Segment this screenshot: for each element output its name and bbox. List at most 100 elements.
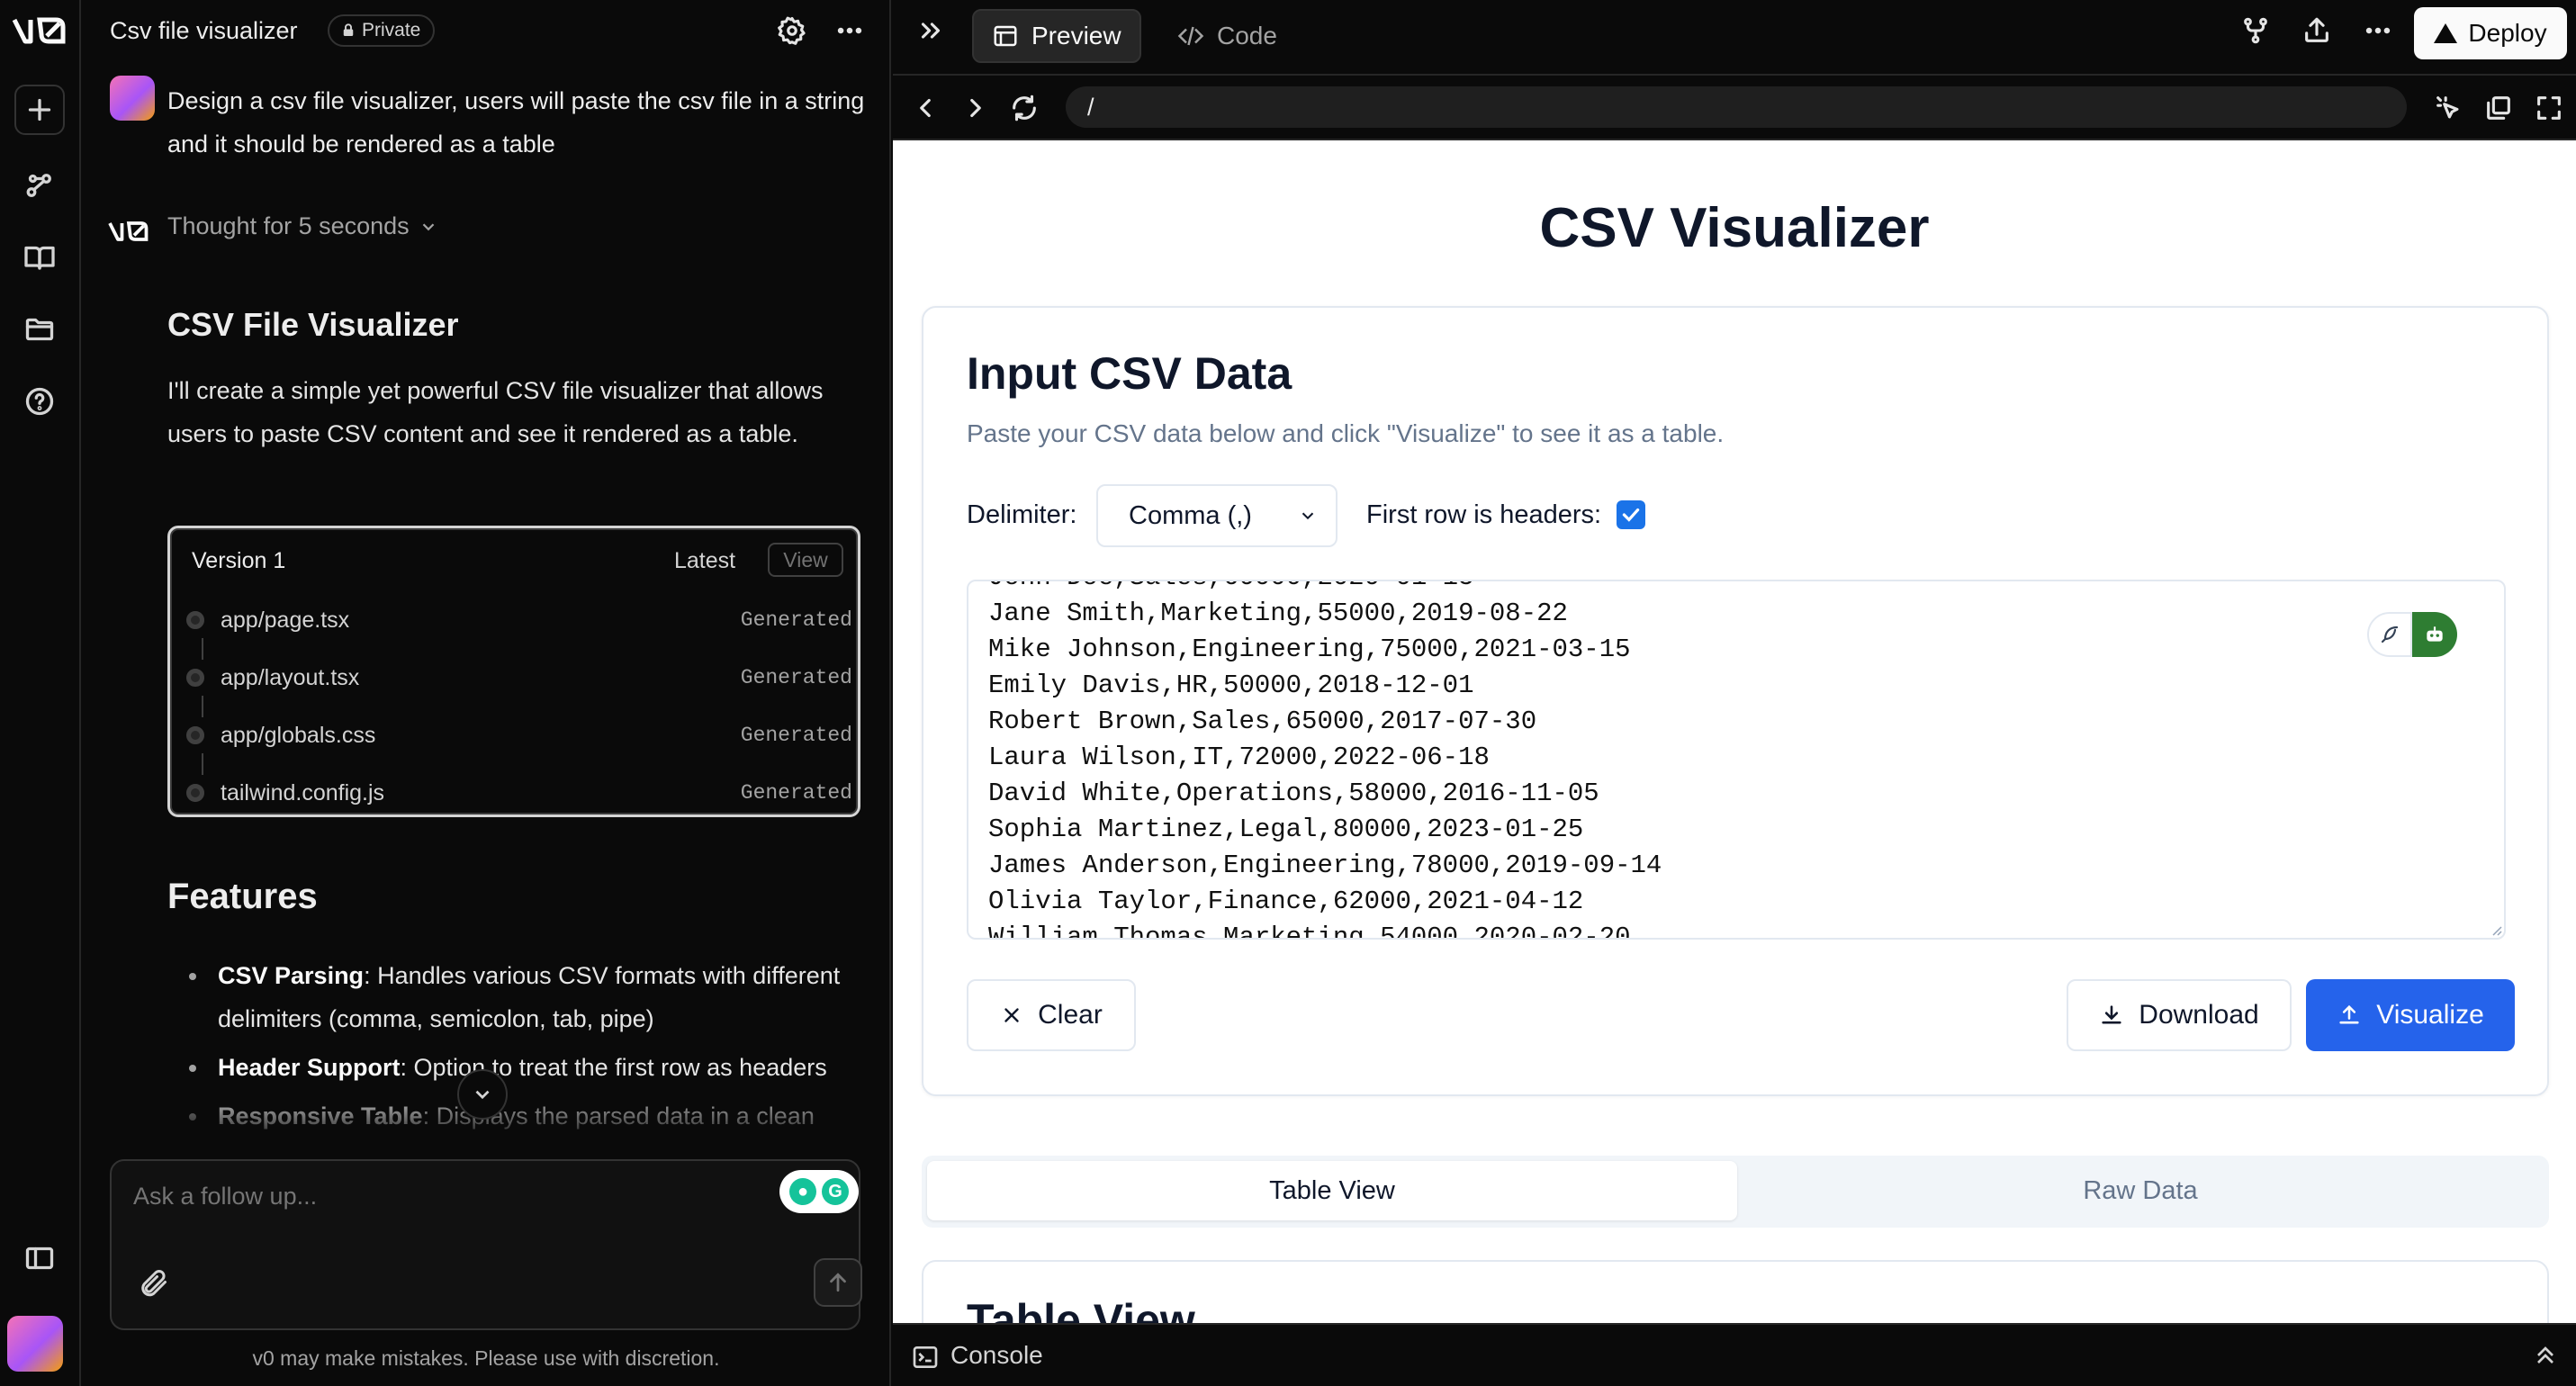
url-input[interactable] [1066, 86, 2407, 128]
version-card[interactable]: Version 1 Latest View app/page.tsx Genera… [167, 526, 860, 817]
chevrons-up-icon[interactable] [2531, 1341, 2560, 1374]
version-title: Version 1 [192, 548, 286, 573]
features-heading: Features [167, 877, 318, 916]
headers-label: First row is headers: [1366, 500, 1602, 529]
new-chat-button[interactable] [14, 85, 65, 135]
page-title: CSV Visualizer [1539, 197, 1930, 259]
grammarly-icon: G [822, 1178, 849, 1205]
delimiter-label: Delimiter: [967, 500, 1077, 529]
back-arrow-icon[interactable] [904, 86, 947, 130]
version-file-row[interactable]: app/layout.tsx Generated [186, 660, 852, 696]
settings-gear-icon[interactable] [770, 9, 814, 52]
csv-line: David White,Operations,58000,2016-11-05 [988, 778, 1599, 808]
library-icon[interactable] [14, 232, 65, 283]
feature-item: CSV Parsing: Handles various CSV formats… [189, 954, 873, 1040]
expand-chevrons-icon[interactable] [909, 9, 952, 52]
delimiter-select[interactable]: Comma (,) [1096, 484, 1338, 547]
help-icon[interactable] [14, 376, 65, 427]
upload-icon [2339, 1004, 2359, 1024]
feather-icon[interactable] [2367, 612, 2412, 657]
tab-table-view[interactable]: Table View [927, 1161, 1737, 1220]
view-tabs: Table View Raw Data [922, 1156, 2549, 1228]
csv-line: James Anderson,Engineering,78000,2019-09… [988, 850, 1662, 880]
console-bar[interactable]: Console [893, 1323, 2576, 1386]
version-file-row[interactable]: app/globals.css Generated [186, 717, 852, 753]
user-avatar [110, 76, 155, 121]
chevron-down-icon [475, 1090, 490, 1100]
resize-grip-icon[interactable] [2488, 922, 2502, 936]
tab-raw-data[interactable]: Raw Data [1735, 1161, 2545, 1220]
csv-line: Laura Wilson,IT,72000,2022-06-18 [988, 742, 1490, 772]
fullscreen-icon[interactable] [2527, 86, 2571, 130]
download-button[interactable]: Download [2067, 979, 2292, 1051]
csv-line: Sophia Martinez,Legal,80000,2023-01-25 [988, 814, 1584, 844]
grammarly-widget[interactable]: ● G [779, 1170, 859, 1213]
feature-term: Header Support [218, 1054, 401, 1081]
icon-rail [0, 0, 81, 1386]
csv-content: John Doe,Sales,60000,2020-01-15 Jane Smit… [988, 581, 1662, 940]
v0-logo[interactable] [11, 13, 68, 49]
scroll-down-button[interactable] [457, 1069, 508, 1120]
more-options-icon[interactable] [2356, 9, 2400, 52]
followup-input[interactable] [133, 1183, 709, 1210]
response-heading: CSV File Visualizer [167, 306, 459, 343]
more-options-icon[interactable] [828, 9, 871, 52]
download-label: Download [2139, 1000, 2259, 1030]
clear-button[interactable]: Clear [967, 979, 1136, 1051]
table-card-title: Table View [967, 1295, 1195, 1323]
console-label: Console [950, 1341, 1043, 1369]
user-avatar-rail[interactable] [7, 1316, 63, 1372]
share-upload-icon[interactable] [2295, 9, 2338, 52]
chat-panel: Csv file visualizer Private Design a csv… [81, 0, 891, 1386]
send-button[interactable] [814, 1258, 862, 1307]
card-subtitle: Paste your CSV data below and click "Vis… [967, 419, 1725, 447]
address-bar [893, 76, 2576, 140]
deploy-button[interactable]: Deploy [2414, 7, 2567, 59]
textarea-extension-icons [2367, 612, 2457, 657]
chat-title[interactable]: Csv file visualizer [110, 13, 298, 49]
version-view-button[interactable]: View [768, 543, 843, 577]
headers-checkbox[interactable] [1617, 500, 1645, 529]
visualize-button[interactable]: Visualize [2306, 979, 2515, 1051]
thought-label: Thought for 5 seconds [167, 212, 410, 239]
community-icon[interactable] [14, 160, 65, 211]
clear-label: Clear [1038, 1000, 1103, 1030]
privacy-label: Private [362, 20, 421, 40]
disclaimer: v0 may make mistakes. Please use with di… [252, 1346, 720, 1370]
csv-line: William Thomas,Marketing,54000,2020-02-2… [988, 922, 1631, 940]
arrow-up-icon [830, 1273, 846, 1292]
file-name: app/page.tsx [221, 607, 350, 633]
element-select-cursor-icon[interactable] [2427, 86, 2470, 130]
copy-window-icon[interactable] [2477, 86, 2520, 130]
privacy-badge[interactable]: Private [328, 14, 436, 47]
visualize-label: Visualize [2376, 1000, 2484, 1030]
file-status-dot [186, 726, 204, 744]
thought-toggle[interactable]: Thought for 5 seconds [167, 212, 438, 240]
timeline-connector [202, 753, 203, 775]
csv-line: Robert Brown,Sales,65000,2017-07-30 [988, 706, 1537, 736]
input-card: Input CSV Data Paste your CSV data below… [922, 306, 2549, 1096]
file-status-dot [186, 784, 204, 802]
sidebar-toggle-icon[interactable] [14, 1233, 65, 1283]
version-file-row[interactable]: app/page.tsx Generated [186, 602, 852, 638]
browser-window-icon [994, 25, 1017, 47]
tab-code-label: Code [1217, 22, 1277, 50]
projects-folder-icon[interactable] [14, 304, 65, 355]
code-icon [1177, 26, 1204, 46]
file-status: Generated [740, 666, 852, 689]
tab-preview-label: Preview [1031, 22, 1121, 50]
csv-line: John Doe,Sales,60000,2020-01-15 [988, 581, 1662, 596]
file-status-dot [186, 669, 204, 687]
robot-icon[interactable] [2412, 612, 2457, 657]
version-file-row[interactable]: tailwind.config.js Generated [186, 775, 852, 811]
attach-paperclip-icon[interactable] [137, 1267, 169, 1304]
preview-topbar: Preview Code Deploy [893, 0, 2576, 76]
tab-code[interactable]: Code [1163, 9, 1292, 63]
tab-preview[interactable]: Preview [972, 9, 1141, 63]
refresh-icon[interactable] [1003, 86, 1046, 130]
lock-icon [343, 23, 354, 36]
git-fork-icon[interactable] [2234, 9, 2277, 52]
csv-line: Jane Smith,Marketing,55000,2019-08-22 [988, 598, 1568, 628]
forward-arrow-icon[interactable] [954, 86, 997, 130]
csv-textarea[interactable]: John Doe,Sales,60000,2020-01-15 Jane Smit… [967, 580, 2506, 940]
